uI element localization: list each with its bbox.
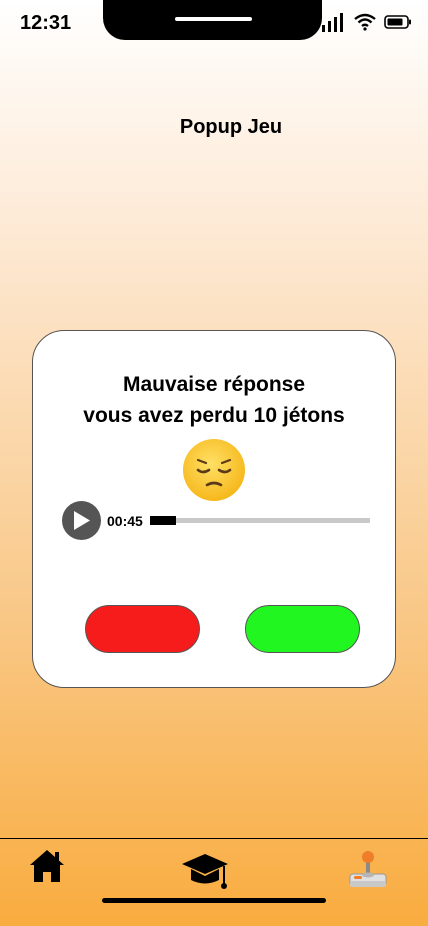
play-icon [74, 511, 90, 530]
audio-time: 00:45 [107, 513, 143, 529]
wifi-icon [354, 13, 376, 31]
battery-icon [384, 15, 411, 29]
home-icon [30, 850, 64, 882]
green-button[interactable] [245, 605, 360, 653]
bottom-nav [0, 840, 428, 926]
device-notch [103, 0, 322, 40]
result-popup: Mauvaise réponse vous avez perdu 10 jéto… [32, 330, 396, 688]
nav-home[interactable] [28, 848, 66, 889]
graduation-cap-icon [182, 854, 228, 889]
signal-icon [322, 13, 343, 32]
audio-progress-fill [150, 516, 177, 525]
home-indicator [102, 898, 326, 903]
joystick-icon [349, 851, 387, 887]
nav-learning[interactable] [180, 852, 230, 897]
result-message-title: Mauvaise réponse [122, 373, 306, 396]
nav-divider [0, 838, 428, 839]
audio-player: 00:45 [62, 501, 372, 541]
pensive-face-icon [182, 438, 246, 507]
status-icons [322, 12, 412, 32]
status-time: 12:31 [20, 12, 72, 34]
audio-progress-track[interactable] [150, 516, 370, 525]
play-button[interactable] [62, 501, 101, 540]
nav-game[interactable] [348, 848, 388, 895]
result-message-detail: vous avez perdu 10 jétons [83, 404, 345, 427]
red-button[interactable] [85, 605, 200, 653]
page-title: Popup Jeu [179, 116, 283, 138]
